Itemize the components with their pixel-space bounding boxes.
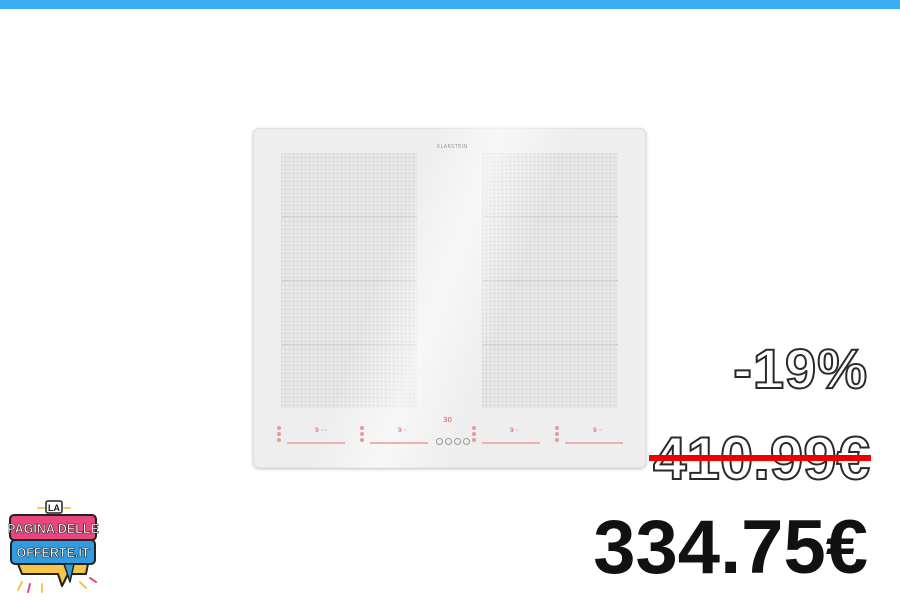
control-strip-1: 9 ◦◦ bbox=[277, 426, 347, 454]
control-strip-3: 9 ◦ bbox=[472, 426, 542, 454]
discount-percent: -19% bbox=[732, 336, 868, 401]
control-strip-2: 9 ◦ bbox=[360, 426, 430, 454]
site-logo: LA PAGINA DELLE OFFERTE.IT bbox=[8, 500, 99, 593]
brand-label: KLARSTEIN bbox=[437, 144, 468, 150]
logo-text-pagina: PAGINA DELLE bbox=[8, 522, 99, 536]
logo-text-offerte: OFFERTE.IT bbox=[17, 546, 90, 560]
top-accent-bar bbox=[0, 0, 900, 9]
center-controls bbox=[436, 430, 472, 449]
new-price: 334.75€ bbox=[593, 505, 868, 590]
timer-display: 30 bbox=[443, 416, 452, 424]
product-image: KLARSTEIN 30 9 ◦◦ 9 ◦ 9 ◦ 9 ◦ bbox=[253, 128, 646, 468]
old-price-strikethrough bbox=[649, 455, 871, 461]
control-strip-4: 9 ◦ bbox=[555, 426, 625, 454]
logo-text-la: LA bbox=[48, 503, 60, 513]
